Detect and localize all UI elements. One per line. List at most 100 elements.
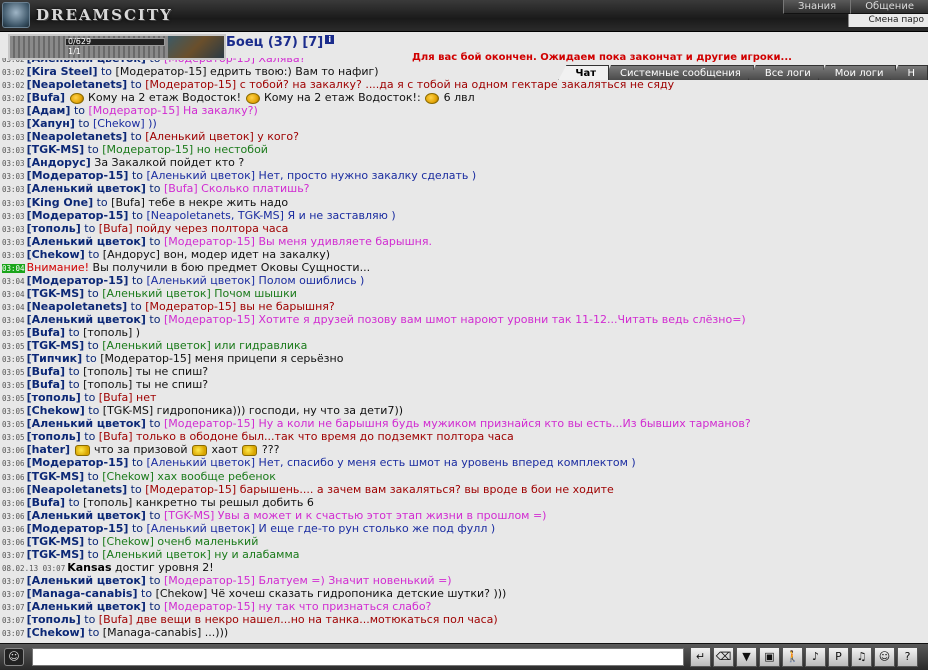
sender-nick[interactable]: [Bufa] bbox=[27, 326, 65, 339]
recipient[interactable]: [Bufa] bbox=[111, 196, 145, 209]
sender-nick[interactable]: [Chekow] bbox=[27, 626, 85, 639]
sender-nick[interactable]: [Neapoletanets] bbox=[27, 130, 128, 143]
sender-nick[interactable]: [тополь] bbox=[27, 613, 81, 626]
eraser-icon[interactable]: ⌫ bbox=[713, 647, 734, 667]
recipient[interactable]: [Bufa] bbox=[164, 182, 198, 195]
recipient[interactable]: [тополь] bbox=[83, 496, 132, 509]
sender-nick[interactable]: [Neapoletanets] bbox=[27, 300, 128, 313]
sender-nick[interactable]: [тополь] bbox=[27, 430, 81, 443]
sender-nick[interactable]: [Адам] bbox=[27, 104, 71, 117]
player-portrait[interactable] bbox=[168, 36, 224, 58]
sender-nick[interactable]: [Модератор-15] bbox=[27, 274, 129, 287]
chat-mode-icon[interactable]: ☺ bbox=[4, 648, 24, 666]
message-input[interactable] bbox=[32, 648, 684, 666]
sender-nick[interactable]: [Managa-canabis] bbox=[27, 587, 138, 600]
recipient[interactable]: [Аленький цветок] bbox=[102, 339, 211, 352]
sender-nick[interactable]: [TGK-MS] bbox=[27, 548, 85, 561]
recipient[interactable]: [Аленький цветок] bbox=[147, 169, 256, 182]
recipient[interactable]: [Аленький цветок] bbox=[102, 548, 211, 561]
smile-icon[interactable]: ☺ bbox=[874, 647, 895, 667]
save-icon[interactable]: ▣ bbox=[759, 647, 780, 667]
sender-nick[interactable]: [Типчик] bbox=[27, 352, 83, 365]
sender-nick[interactable]: [Kira Steel] bbox=[27, 65, 98, 78]
sender-nick[interactable]: [TGK-MS] bbox=[27, 143, 85, 156]
sender-nick[interactable]: [Neapoletanets] bbox=[27, 78, 128, 91]
recipient[interactable]: [Bufa] bbox=[99, 391, 133, 404]
tab-0[interactable]: Чат bbox=[558, 65, 610, 80]
tab-2[interactable]: Все логи bbox=[747, 65, 824, 80]
chat-log[interactable]: 03:02 [Аленький цветок] to [Модератор-15]… bbox=[0, 58, 928, 643]
recipient[interactable]: [Chekow] bbox=[102, 470, 154, 483]
sender-nick[interactable]: [Модератор-15] bbox=[27, 209, 129, 222]
help-icon[interactable]: ? bbox=[897, 647, 918, 667]
sender-nick[interactable]: [Хапун] bbox=[27, 117, 75, 130]
recipient[interactable]: [Модератор-15] bbox=[100, 352, 191, 365]
sender-nick[interactable]: [Аленький цветок] bbox=[27, 417, 146, 430]
sender-nick[interactable]: [Chekow] bbox=[27, 248, 85, 261]
recipient[interactable]: [Аленький цветок] bbox=[147, 274, 256, 287]
recipient[interactable]: [Bufa] bbox=[99, 613, 133, 626]
fighter-label[interactable]: Боец (37) [7] i bbox=[226, 35, 335, 50]
sender-nick[interactable]: [TGK-MS] bbox=[27, 535, 85, 548]
info-icon[interactable]: i bbox=[325, 35, 335, 44]
recipient[interactable]: [Модератор-15] bbox=[164, 313, 255, 326]
recipient[interactable]: [Модератор-15] bbox=[145, 300, 236, 313]
sender-nick[interactable]: [Аленький цветок] bbox=[27, 313, 146, 326]
recipient[interactable]: [Chekow] bbox=[102, 535, 154, 548]
recipient[interactable]: [TGK-MS] bbox=[103, 404, 153, 417]
menu-knowledge[interactable]: Знания bbox=[783, 0, 851, 14]
sender-nick[interactable]: [Bufa] bbox=[27, 91, 65, 104]
recipient[interactable]: [Модератор-15] bbox=[102, 143, 193, 156]
recipient[interactable]: [тополь] bbox=[83, 326, 132, 339]
send-icon[interactable]: ↵ bbox=[690, 647, 711, 667]
filter-icon[interactable]: ▼ bbox=[736, 647, 757, 667]
sender-nick[interactable]: [Bufa] bbox=[27, 365, 65, 378]
recipient[interactable]: [Chekow] bbox=[93, 117, 145, 130]
sender-nick[interactable]: [TGK-MS] bbox=[27, 339, 85, 352]
sender-nick[interactable]: Kansas bbox=[67, 561, 111, 574]
sender-nick[interactable]: [Аленький цветок] bbox=[27, 574, 146, 587]
sender-nick[interactable]: [Bufa] bbox=[27, 378, 65, 391]
recipient[interactable]: [Аленький цветок] bbox=[147, 522, 256, 535]
sender-nick[interactable]: [Аленький цветок] bbox=[27, 235, 146, 248]
recipient[interactable]: [Модератор-15] bbox=[145, 78, 236, 91]
recipient[interactable]: [Аленький цветок] bbox=[147, 456, 256, 469]
music-icon[interactable]: ♫ bbox=[851, 647, 872, 667]
p-l-icon[interactable]: P bbox=[828, 647, 849, 667]
recipient[interactable]: [Bufa] bbox=[99, 430, 133, 443]
walk-icon[interactable]: 🚶 bbox=[782, 647, 803, 667]
recipient[interactable]: [тополь] bbox=[83, 365, 132, 378]
sender-nick[interactable]: [TGK-MS] bbox=[27, 470, 85, 483]
recipient[interactable]: [Модератор-15] bbox=[164, 417, 255, 430]
recipient[interactable]: [Chekow] bbox=[156, 587, 208, 600]
sender-nick[interactable]: [Neapoletanets] bbox=[27, 483, 128, 496]
recipient[interactable]: [тополь] bbox=[83, 378, 132, 391]
recipient[interactable]: [Neapoletanets, TGK-MS] bbox=[147, 209, 284, 222]
recipient[interactable]: [Модератор-15] bbox=[116, 65, 207, 78]
tab-3[interactable]: Мои логи bbox=[817, 65, 897, 80]
recipient[interactable]: [Андорус] bbox=[103, 248, 160, 261]
sender-nick[interactable]: [Аленький цветок] bbox=[27, 509, 146, 522]
recipient[interactable]: [Модератор-15] bbox=[89, 104, 180, 117]
recipient[interactable]: [Модератор-15] bbox=[164, 574, 255, 587]
sender-nick[interactable]: [Модератор-15] bbox=[27, 522, 129, 535]
sender-nick[interactable]: [TGK-MS] bbox=[27, 287, 85, 300]
logo[interactable]: DREAMSCITY bbox=[2, 2, 202, 28]
sender-nick[interactable]: [Bufa] bbox=[27, 496, 65, 509]
submenu-change-password[interactable]: Смена паро bbox=[847, 14, 928, 27]
recipient[interactable]: [Аленький цветок] bbox=[102, 287, 211, 300]
recipient[interactable]: [Модератор-15] bbox=[164, 235, 255, 248]
sender-nick[interactable]: [hater] bbox=[27, 443, 70, 456]
recipient[interactable]: [Модератор-15] bbox=[164, 600, 255, 613]
sender-nick[interactable]: [Аленький цветок] bbox=[27, 600, 146, 613]
tab-1[interactable]: Системные сообщения bbox=[603, 65, 754, 80]
sender-nick[interactable]: [Андорус] bbox=[27, 156, 91, 169]
recipient[interactable]: [Bufa] bbox=[99, 222, 133, 235]
recipient[interactable]: [Аленький цветок] bbox=[145, 130, 254, 143]
sound-icon[interactable]: ♪ bbox=[805, 647, 826, 667]
sender-nick[interactable]: [тополь] bbox=[27, 222, 81, 235]
sender-nick[interactable]: [Модератор-15] bbox=[27, 169, 129, 182]
sender-nick[interactable]: [Модератор-15] bbox=[27, 456, 129, 469]
recipient[interactable]: [Модератор-15] bbox=[145, 483, 236, 496]
sender-nick[interactable]: [Аленький цветок] bbox=[27, 182, 146, 195]
